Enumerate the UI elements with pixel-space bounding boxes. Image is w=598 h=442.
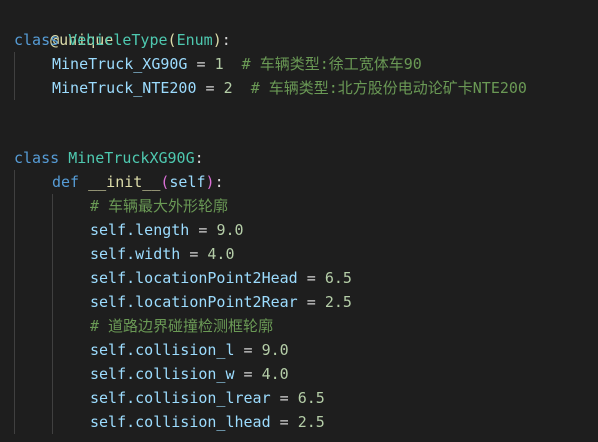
paren-open: (	[167, 31, 177, 49]
keyword-class: class	[14, 149, 60, 167]
number-literal: 9.0	[261, 341, 289, 359]
self-ref: self	[90, 269, 127, 287]
number-literal: 6.5	[324, 269, 352, 287]
class-name: VehicleType	[68, 31, 168, 49]
attribute: .locationPoint2Rear	[126, 293, 298, 311]
function-name: __init__	[88, 173, 161, 191]
code-line[interactable]: self.collision_l = 9.0	[90, 338, 289, 362]
self-ref: self	[90, 245, 127, 263]
number-literal: 4.0	[261, 365, 289, 383]
self-ref: self	[90, 293, 127, 311]
attribute: .collision_w	[126, 365, 235, 383]
comment: # 道路边界碰撞检测框轮廓	[90, 317, 274, 335]
keyword-def: def	[52, 173, 80, 191]
keyword-class: class	[14, 31, 60, 49]
number-literal: 2.5	[324, 293, 352, 311]
comment: # 车辆类型:徐工宽体车90	[241, 55, 422, 73]
comment: # 车辆最大外形轮廓	[90, 197, 229, 215]
code-line[interactable]: # 车辆最大外形轮廓	[90, 194, 228, 218]
assign-op: =	[234, 341, 262, 359]
self-ref: self	[90, 221, 127, 239]
attribute: .collision_l	[126, 341, 235, 359]
self-ref: self	[90, 413, 127, 431]
number-literal: 2	[223, 79, 233, 97]
paren-close: )	[205, 173, 215, 191]
colon: :	[221, 31, 231, 49]
code-line[interactable]: MineTruck_XG90G = 1 # 车辆类型:徐工宽体车90	[52, 52, 422, 76]
code-line[interactable]: self.collision_lhead = 2.5	[90, 410, 325, 434]
attribute: .locationPoint2Head	[126, 269, 298, 287]
code-line[interactable]: self.collision_lrear = 6.5	[90, 386, 325, 410]
attribute: .collision_lrear	[126, 389, 271, 407]
indent-guide	[52, 194, 53, 434]
number-literal: 2.5	[297, 413, 325, 431]
number-literal: 6.5	[297, 389, 325, 407]
assign-op: =	[180, 245, 208, 263]
code-line[interactable]: # 道路边界碰撞检测框轮廓	[90, 314, 273, 338]
code-line[interactable]: self.length = 9.0	[90, 218, 244, 242]
comment: # 车辆类型:北方股份电动论矿卡NTE200	[250, 79, 527, 97]
self-ref: self	[90, 341, 127, 359]
class-name: MineTruckXG90G	[68, 149, 195, 167]
code-line[interactable]: self.locationPoint2Head = 6.5	[90, 266, 352, 290]
code-line[interactable]: MineTruck_NTE200 = 2 # 车辆类型:北方股份电动论矿卡NTE…	[52, 76, 527, 100]
attribute: .length	[126, 221, 190, 239]
number-literal: 9.0	[216, 221, 244, 239]
paren-close: )	[212, 31, 222, 49]
code-editor[interactable]: @unique class VehicleType(Enum): MineTru…	[0, 0, 598, 442]
assign-op: =	[297, 269, 325, 287]
indent-guide	[14, 170, 15, 434]
assign-op: =	[297, 293, 325, 311]
code-line[interactable]: self.collision_w = 4.0	[90, 362, 289, 386]
param-self: self	[169, 173, 206, 191]
colon: :	[194, 149, 204, 167]
colon: :	[214, 173, 224, 191]
assign-op: =	[270, 413, 298, 431]
assign-op: =	[234, 365, 262, 383]
assign-op: =	[196, 79, 224, 97]
assign-op: =	[187, 55, 215, 73]
code-line[interactable]: @unique	[14, 4, 113, 49]
code-line[interactable]: self.locationPoint2Rear = 2.5	[90, 290, 352, 314]
self-ref: self	[90, 365, 127, 383]
assign-op: =	[270, 389, 298, 407]
code-line[interactable]: def __init__(self):	[52, 170, 224, 194]
code-line[interactable]: class VehicleType(Enum):	[14, 28, 231, 52]
attribute: .collision_lhead	[126, 413, 271, 431]
number-literal: 1	[214, 55, 224, 73]
enum-member: MineTruck_XG90G	[52, 55, 188, 73]
attribute: .width	[126, 245, 181, 263]
enum-member: MineTruck_NTE200	[52, 79, 197, 97]
code-line[interactable]: class MineTruckXG90G:	[14, 146, 204, 170]
assign-op: =	[189, 221, 217, 239]
self-ref: self	[90, 389, 127, 407]
base-class: Enum	[176, 31, 213, 49]
number-literal: 4.0	[207, 245, 235, 263]
code-line[interactable]: self.width = 4.0	[90, 242, 235, 266]
